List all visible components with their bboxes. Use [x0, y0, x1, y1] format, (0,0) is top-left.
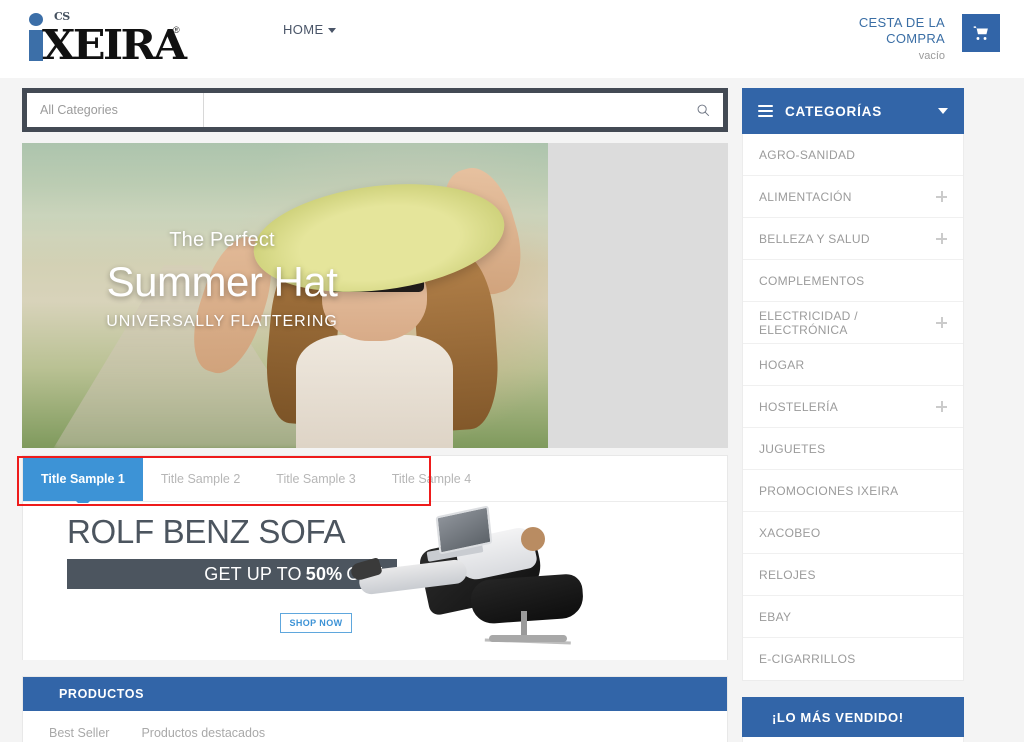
sofa-illustration — [345, 503, 595, 660]
shop-now-button[interactable]: SHOP NOW — [280, 613, 352, 633]
sidebar-item-label: RELOJES — [759, 567, 816, 582]
cart-status: vacío — [918, 50, 945, 62]
search-input[interactable] — [204, 93, 683, 127]
page-root: CS XEIRA ® HOME CESTA DE LA COMPRA vacío… — [0, 0, 1024, 742]
productos-tab-strip: Best Seller Productos destacados — [23, 711, 727, 742]
tab-title-sample-2-label: Title Sample 2 — [160, 471, 241, 486]
category-sidebar-title: CATEGORÍAS — [785, 103, 883, 119]
sidebar-item-label: EBAY — [759, 609, 792, 624]
site-header: CS XEIRA ® HOME CESTA DE LA COMPRA vacío — [0, 0, 1024, 78]
featured-tabs-card: Title Sample 1 Title Sample 2 Title Samp… — [22, 455, 728, 660]
logo-registered-mark: ® — [173, 25, 180, 35]
hamburger-icon — [758, 105, 773, 117]
sidebar-item-label: COMPLEMENTOS — [759, 273, 865, 288]
plus-icon[interactable] — [936, 401, 947, 412]
nav-item-home-label: HOME — [283, 22, 324, 37]
tab-title-sample-4[interactable]: Title Sample 4 — [374, 456, 489, 501]
sidebar-item-hogar[interactable]: HOGAR — [743, 344, 963, 386]
nav-item-home[interactable]: HOME — [283, 22, 336, 37]
logo-i-stem — [29, 30, 43, 61]
search-button[interactable] — [683, 93, 723, 127]
bestseller-body — [742, 737, 964, 742]
sofa-promo-banner[interactable]: ROLF BENZ SOFA GET UP TO 50% OFF SHOP NO… — [23, 503, 727, 660]
sidebar-item-complementos[interactable]: COMPLEMENTOS — [743, 260, 963, 302]
category-sidebar-header[interactable]: CATEGORÍAS — [742, 88, 964, 134]
plus-icon[interactable] — [936, 233, 947, 244]
sidebar-item-relojes[interactable]: RELOJES — [743, 554, 963, 596]
search-bar-inner: All Categories — [27, 93, 723, 127]
bestseller-heading: ¡LO MÁS VENDIDO! — [742, 697, 964, 737]
sofa-promo-title: ROLF BENZ SOFA — [67, 513, 346, 550]
sidebar-item-label: HOSTELERÍA — [759, 399, 839, 414]
chevron-down-icon — [327, 28, 336, 34]
hero-text-block: The Perfect Summer Hat UNIVERSALLY FLATT… — [22, 143, 548, 448]
sidebar-item-e-cigarrillos[interactable]: E-CIGARRILLOS — [743, 638, 963, 680]
hero-subtitle-bottom: UNIVERSALLY FLATTERING — [106, 313, 338, 330]
cart-label: CESTA DE LA COMPRA — [858, 15, 945, 46]
tab-strip: Title Sample 1 Title Sample 2 Title Samp… — [23, 456, 727, 508]
sidebar-item-label: AGRO-SANIDAD — [759, 147, 856, 162]
man-head — [521, 527, 545, 551]
category-list: AGRO-SANIDAD ALIMENTACIÓN BELLEZA Y SALU… — [742, 134, 964, 681]
category-sidebar: CATEGORÍAS AGRO-SANIDAD ALIMENTACIÓN BEL… — [742, 88, 964, 742]
chevron-down-icon[interactable] — [938, 108, 948, 114]
logo-i-dot — [29, 13, 43, 26]
sofa-offer-value: 50% — [305, 563, 343, 584]
productos-tab-destacados[interactable]: Productos destacados — [125, 726, 281, 740]
sidebar-item-agro-sanidad[interactable]: AGRO-SANIDAD — [743, 134, 963, 176]
sidebar-item-label: E-CIGARRILLOS — [759, 652, 856, 666]
tab-title-sample-2[interactable]: Title Sample 2 — [143, 456, 258, 501]
hero-carousel[interactable]: The Perfect Summer Hat UNIVERSALLY FLATT… — [22, 143, 728, 448]
sidebar-item-label: ELECTRICIDAD / ELECTRÓNICA — [759, 308, 858, 337]
shopping-cart-icon — [973, 25, 988, 40]
sidebar-item-label: HOGAR — [759, 357, 805, 372]
sidebar-item-juguetes[interactable]: JUGUETES — [743, 428, 963, 470]
sidebar-item-hosteleria[interactable]: HOSTELERÍA — [743, 386, 963, 428]
search-category-select[interactable]: All Categories — [27, 93, 204, 127]
hero-slide-image: The Perfect Summer Hat UNIVERSALLY FLATT… — [22, 143, 548, 448]
productos-tab-best-seller[interactable]: Best Seller — [33, 726, 125, 740]
hero-title: Summer Hat — [106, 258, 338, 305]
site-logo[interactable]: CS XEIRA ® — [22, 9, 192, 69]
sidebar-item-promociones-ixeira[interactable]: PROMOCIONES IXEIRA — [743, 470, 963, 512]
sidebar-item-label: ALIMENTACIÓN — [759, 189, 852, 204]
tab-title-sample-1-label: Title Sample 1 — [41, 471, 125, 486]
tab-title-sample-3[interactable]: Title Sample 3 — [258, 456, 373, 501]
hero-subtitle-top: The Perfect — [169, 229, 275, 251]
productos-card: PRODUCTOS Best Seller Productos destacad… — [22, 676, 728, 742]
tab-title-sample-4-label: Title Sample 4 — [391, 471, 472, 486]
search-icon — [697, 104, 710, 117]
sidebar-item-belleza-y-salud[interactable]: BELLEZA Y SALUD — [743, 218, 963, 260]
chair-seat — [469, 573, 585, 625]
sidebar-item-ebay[interactable]: EBAY — [743, 596, 963, 638]
sidebar-item-label: XACOBEO — [759, 525, 821, 540]
sidebar-item-label: BELLEZA Y SALUD — [759, 231, 870, 246]
tab-title-sample-3-label: Title Sample 3 — [276, 471, 356, 486]
sidebar-item-label: PROMOCIONES IXEIRA — [759, 483, 899, 498]
plus-icon[interactable] — [936, 191, 947, 202]
chair-base — [489, 635, 567, 642]
tab-title-sample-1[interactable]: Title Sample 1 — [23, 456, 143, 508]
cart-area: CESTA DE LA COMPRA vacío — [780, 10, 1000, 70]
sidebar-item-alimentacion[interactable]: ALIMENTACIÓN — [743, 176, 963, 218]
sofa-offer-prefix: GET UP TO — [204, 563, 302, 584]
productos-heading: PRODUCTOS — [23, 677, 727, 711]
sidebar-item-label: JUGUETES — [759, 441, 826, 456]
plus-icon[interactable] — [936, 317, 947, 328]
search-bar: All Categories — [22, 88, 728, 132]
cart-button[interactable] — [962, 14, 1000, 52]
logo-wordmark: XEIRA — [42, 21, 187, 69]
sidebar-item-electricidad-electronica[interactable]: ELECTRICIDAD / ELECTRÓNICA — [743, 302, 963, 344]
sidebar-item-xacobeo[interactable]: XACOBEO — [743, 512, 963, 554]
